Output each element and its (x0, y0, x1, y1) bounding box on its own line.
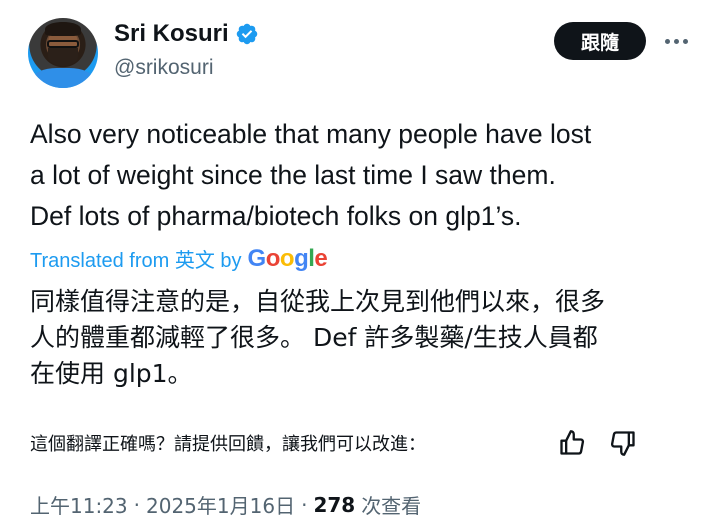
author-info: Sri Kosuri @srikosuri (114, 20, 259, 80)
follow-button[interactable]: 跟隨 (554, 22, 646, 60)
avatar-glasses (47, 40, 79, 48)
more-dot (664, 38, 670, 44)
feedback-prompt: 這個翻譯正確嗎？請提供回饋，讓我們可以改進： (30, 434, 426, 455)
tweet-text: Also very noticeable that many people ha… (30, 119, 592, 231)
tweet-date[interactable]: 2025年1月16日 (146, 490, 295, 519)
more-horizontal-icon[interactable] (656, 24, 696, 58)
meta-separator: · (301, 492, 308, 517)
author-handle[interactable]: @srikosuri (114, 56, 259, 80)
verified-badge-icon (236, 23, 257, 45)
tweet-meta: 上午11:23 · 2025年1月16日 · 278 次查看 (30, 490, 421, 519)
avatar-beard (48, 48, 78, 66)
avatar-shirt (32, 68, 94, 88)
views-count: 278 (313, 492, 356, 517)
tweet-time[interactable]: 上午11:23 (30, 490, 128, 519)
thumbs-down-icon[interactable] (608, 428, 638, 458)
thumbs-up-icon[interactable] (557, 428, 587, 458)
google-logo: Google (247, 244, 328, 272)
translation-label[interactable]: Translated from 英文 by (30, 244, 242, 273)
views-label: 次查看 (361, 494, 422, 518)
author-name-row[interactable]: Sri Kosuri (114, 20, 259, 48)
more-dot (673, 38, 679, 44)
author-display-name[interactable]: Sri Kosuri (114, 20, 229, 48)
avatar-hair (45, 22, 81, 36)
translation-feedback: 這個翻譯正確嗎？請提供回饋，讓我們可以改進： (30, 428, 700, 458)
meta-separator: · (133, 492, 140, 517)
translation-attribution: Translated from 英文 by Google (30, 244, 328, 273)
more-dot (682, 38, 688, 44)
avatar[interactable] (28, 18, 98, 88)
translated-text: 同樣值得注意的是，自從我上次見到他們以來，很多 人的體重都減輕了很多。 Def … (30, 287, 606, 388)
tweet-header: Sri Kosuri @srikosuri 跟隨 (28, 18, 692, 90)
